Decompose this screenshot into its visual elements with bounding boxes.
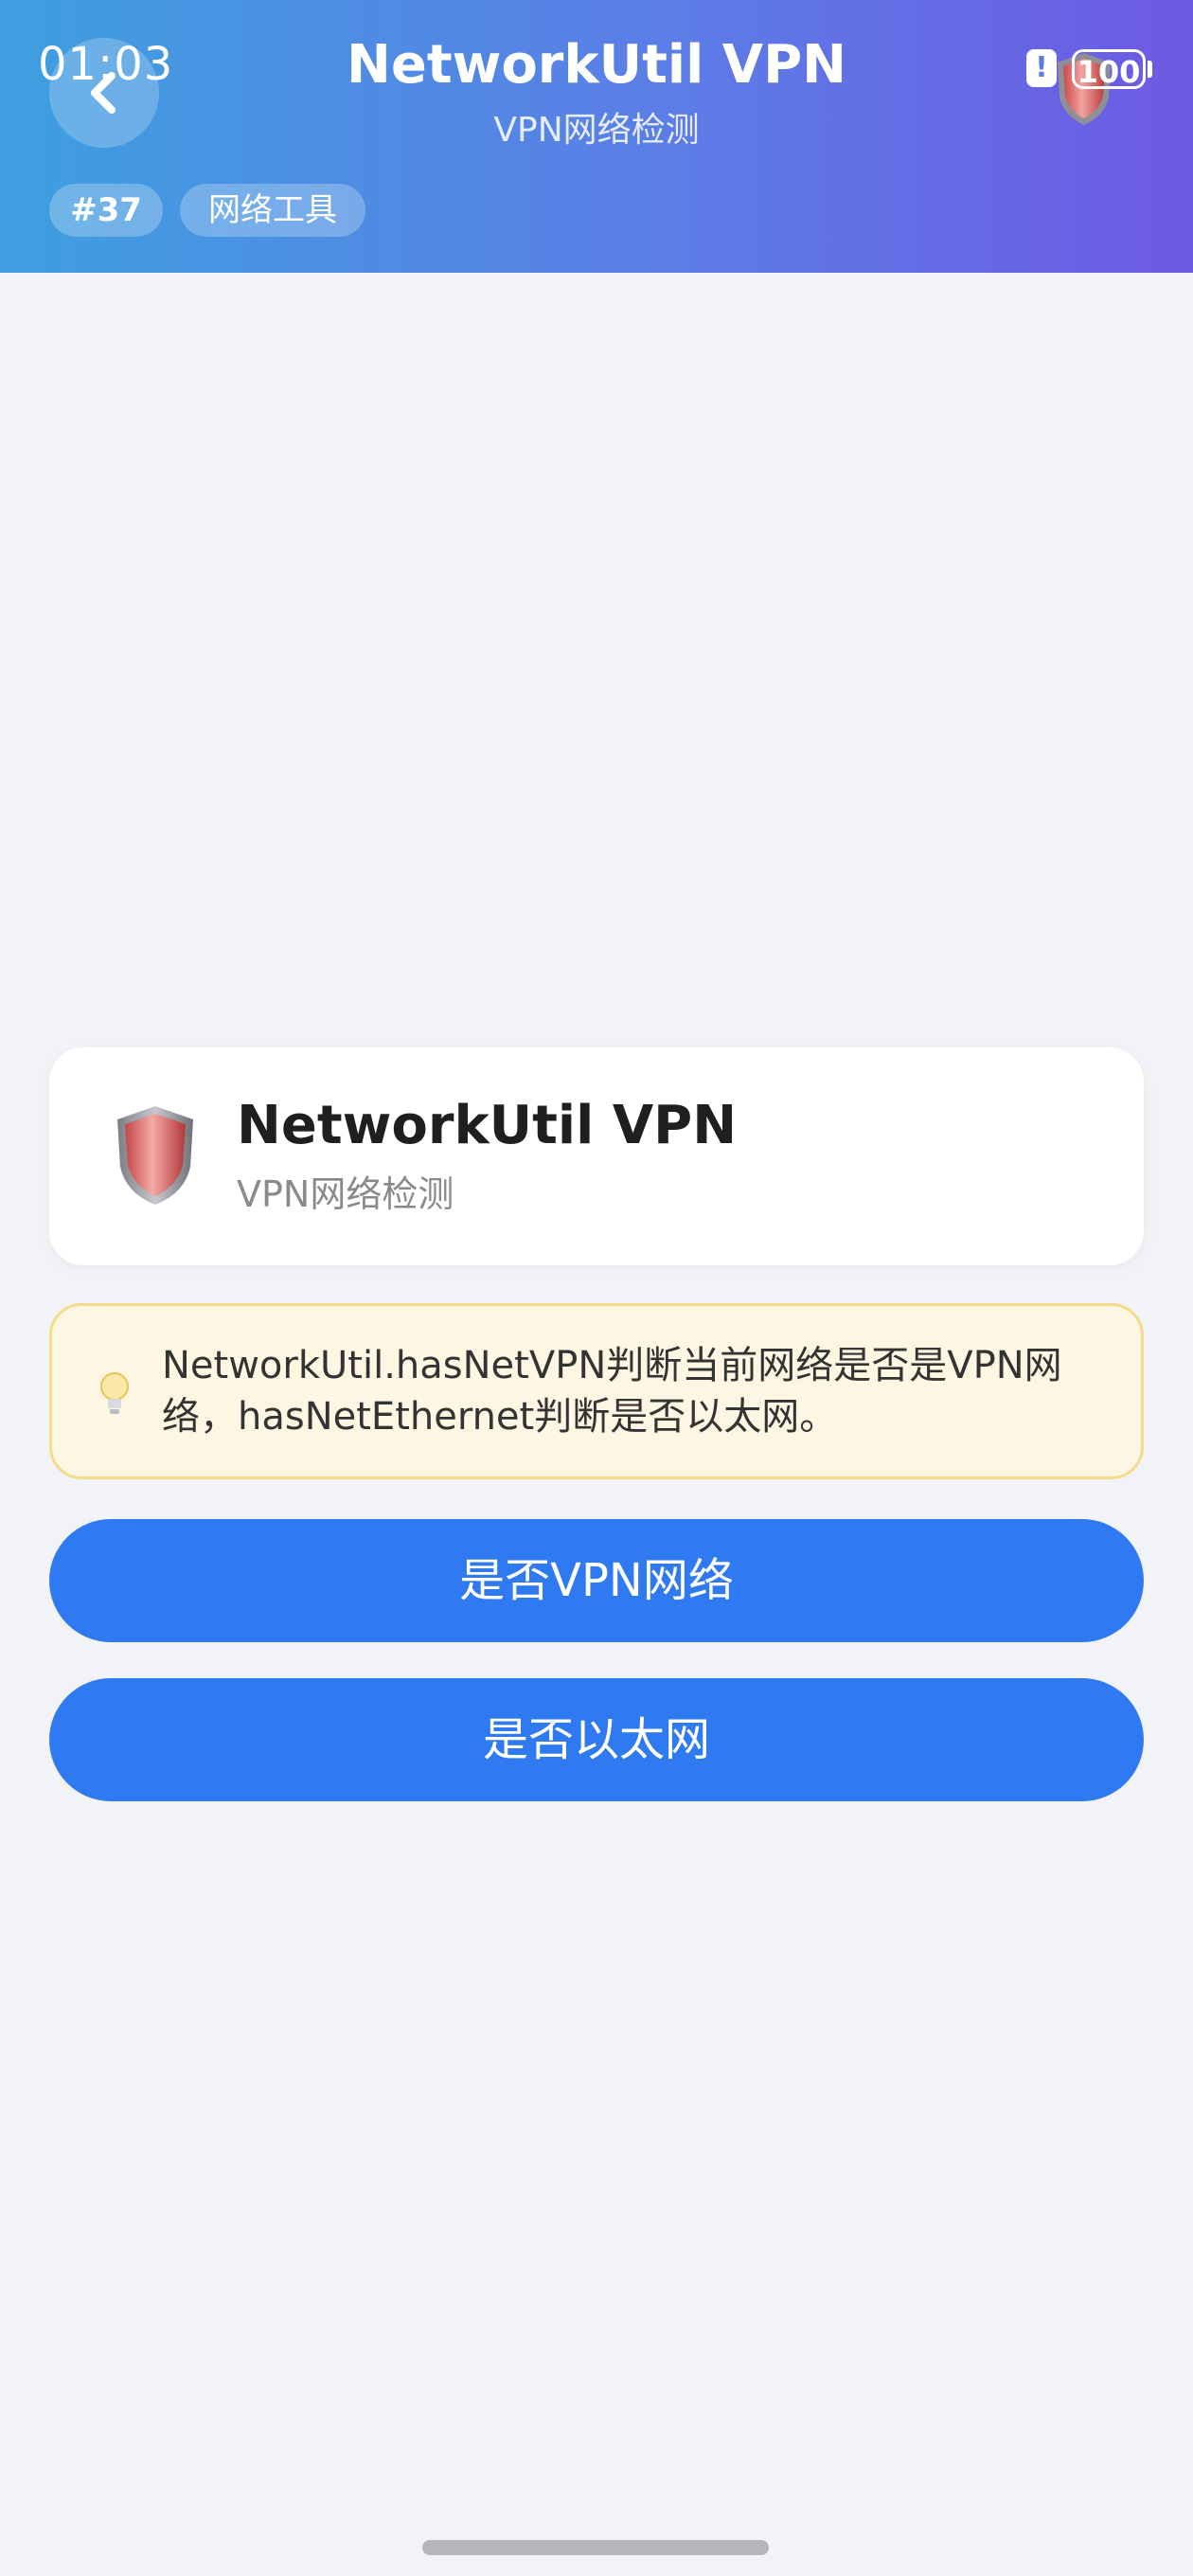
home-indicator[interactable]: [422, 2540, 769, 2555]
alert-icon: !: [1026, 49, 1057, 87]
battery-tip: [1148, 61, 1152, 78]
tag-number: #37: [49, 184, 163, 237]
header-bar: 01:03 NetworkUtil VPN VPN网络检测 ! 100 #37 …: [0, 0, 1193, 273]
tag-category: 网络工具: [180, 184, 365, 237]
battery-indicator: 100: [1072, 49, 1146, 90]
shield-icon: [117, 1106, 193, 1205]
lightbulb-icon: [100, 1372, 129, 1414]
card-subtitle: VPN网络检测: [237, 1173, 454, 1215]
tip-text: NetworkUtil.hasNetVPN判断当前网络是否是VPN网络，hasN…: [162, 1344, 1062, 1439]
info-card: NetworkUtil VPN VPN网络检测: [49, 1047, 1144, 1265]
check-vpn-button[interactable]: 是否VPN网络: [49, 1519, 1144, 1642]
page-title: NetworkUtil VPN: [346, 34, 847, 96]
tip-box: NetworkUtil.hasNetVPN判断当前网络是否是VPN网络，hasN…: [49, 1303, 1144, 1479]
card-title: NetworkUtil VPN: [237, 1095, 738, 1156]
check-ethernet-button[interactable]: 是否以太网: [49, 1678, 1144, 1801]
page-subtitle: VPN网络检测: [493, 111, 700, 150]
